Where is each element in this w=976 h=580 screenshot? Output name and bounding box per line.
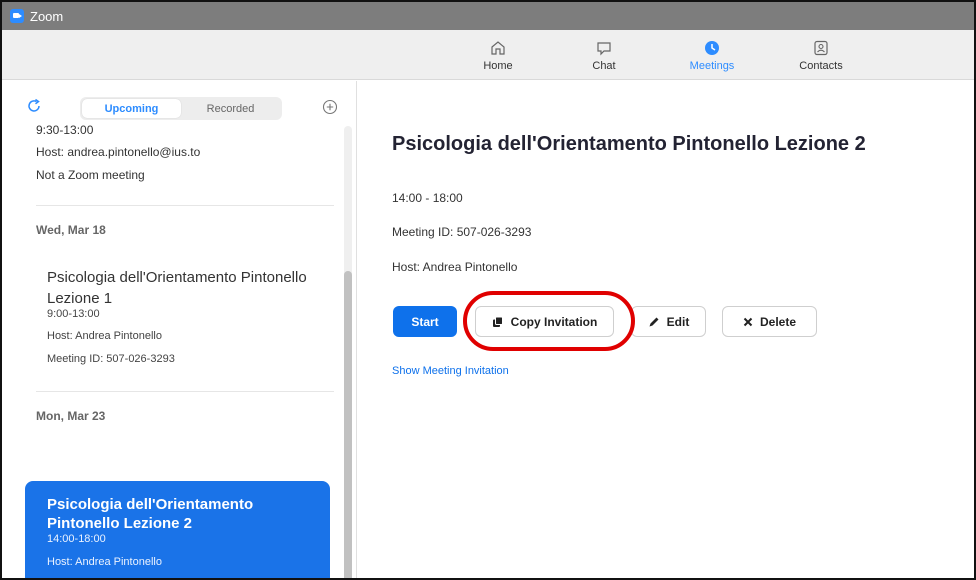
meeting-detail-panel: Psicologia dell'Orientamento Pintonello … xyxy=(358,81,974,578)
refresh-icon[interactable] xyxy=(26,98,42,114)
copy-invitation-highlight xyxy=(463,291,635,351)
scrollbar-thumb[interactable] xyxy=(344,271,352,578)
clock-icon xyxy=(705,40,719,55)
meeting-title: Psicologia dell'Orientamento Pintonello … xyxy=(47,496,254,532)
delete-button-label: Delete xyxy=(759,314,797,329)
meeting-host: Host: Andrea Pintonello xyxy=(47,330,162,342)
divider xyxy=(36,391,334,392)
add-meeting-icon[interactable] xyxy=(322,99,338,115)
nav-contacts[interactable]: Contacts xyxy=(781,30,861,80)
sidebar-scrollbar[interactable] xyxy=(344,126,352,578)
zoom-window: Zoom Home Chat Meetings Contacts Upcomin… xyxy=(0,0,976,580)
nav-chat-label: Chat xyxy=(592,59,616,72)
meeting-time: 9:30-13:00 xyxy=(36,123,94,137)
tab-recorded[interactable]: Recorded xyxy=(181,99,280,118)
meeting-note: Not a Zoom meeting xyxy=(36,168,145,182)
title-bar: Zoom xyxy=(2,2,974,30)
date-header: Mon, Mar 23 xyxy=(36,409,106,423)
selected-meeting-card[interactable]: Psicologia dell'Orientamento Pintonello … xyxy=(25,481,330,578)
divider xyxy=(36,205,334,206)
nav-meetings-label: Meetings xyxy=(689,59,735,72)
contacts-icon xyxy=(814,40,828,55)
tab-upcoming[interactable]: Upcoming xyxy=(82,99,181,118)
zoom-logo-icon xyxy=(10,9,24,23)
nav-home[interactable]: Home xyxy=(458,30,538,80)
nav-home-label: Home xyxy=(483,59,513,72)
window-title: Zoom xyxy=(30,8,64,24)
meeting-detail-id: Meeting ID: 507-026-3293 xyxy=(392,225,532,239)
nav-contacts-label: Contacts xyxy=(799,59,843,72)
meeting-detail-time: 14:00 - 18:00 xyxy=(392,191,463,205)
meetings-sidebar: Upcoming Recorded 9:30-13:00 Host: andre… xyxy=(2,81,357,578)
date-header: Wed, Mar 18 xyxy=(36,223,106,237)
meeting-host: Host: andrea.pintonello@ius.to xyxy=(36,145,201,159)
top-navigation: Home Chat Meetings Contacts xyxy=(2,30,974,80)
delete-button[interactable]: Delete xyxy=(722,306,817,337)
meeting-id: Meeting ID: 507-026-3293 xyxy=(47,353,175,365)
home-icon xyxy=(491,40,505,55)
nav-meetings[interactable]: Meetings xyxy=(672,30,752,80)
nav-chat[interactable]: Chat xyxy=(564,30,644,80)
meeting-time: 9:00-13:00 xyxy=(47,308,100,320)
meeting-detail-title: Psicologia dell'Orientamento Pintonello … xyxy=(392,133,866,155)
start-button-label: Start xyxy=(411,314,439,329)
edit-button-label: Edit xyxy=(666,314,690,329)
meeting-detail-host: Host: Andrea Pintonello xyxy=(392,260,518,274)
meeting-time: 14:00-18:00 xyxy=(47,533,106,545)
start-button[interactable]: Start xyxy=(393,306,457,337)
close-icon xyxy=(743,317,753,326)
meeting-list: 9:30-13:00 Host: andrea.pintonello@ius.t… xyxy=(2,121,342,578)
chat-icon xyxy=(597,41,611,55)
show-meeting-invitation-link[interactable]: Show Meeting Invitation xyxy=(392,365,509,377)
meeting-host: Host: Andrea Pintonello xyxy=(47,556,162,568)
edit-button[interactable]: Edit xyxy=(631,306,706,337)
meeting-title[interactable]: Psicologia dell'Orientamento Pintonello … xyxy=(47,267,307,309)
pencil-icon xyxy=(649,317,659,326)
meeting-tabs: Upcoming Recorded xyxy=(80,97,282,120)
